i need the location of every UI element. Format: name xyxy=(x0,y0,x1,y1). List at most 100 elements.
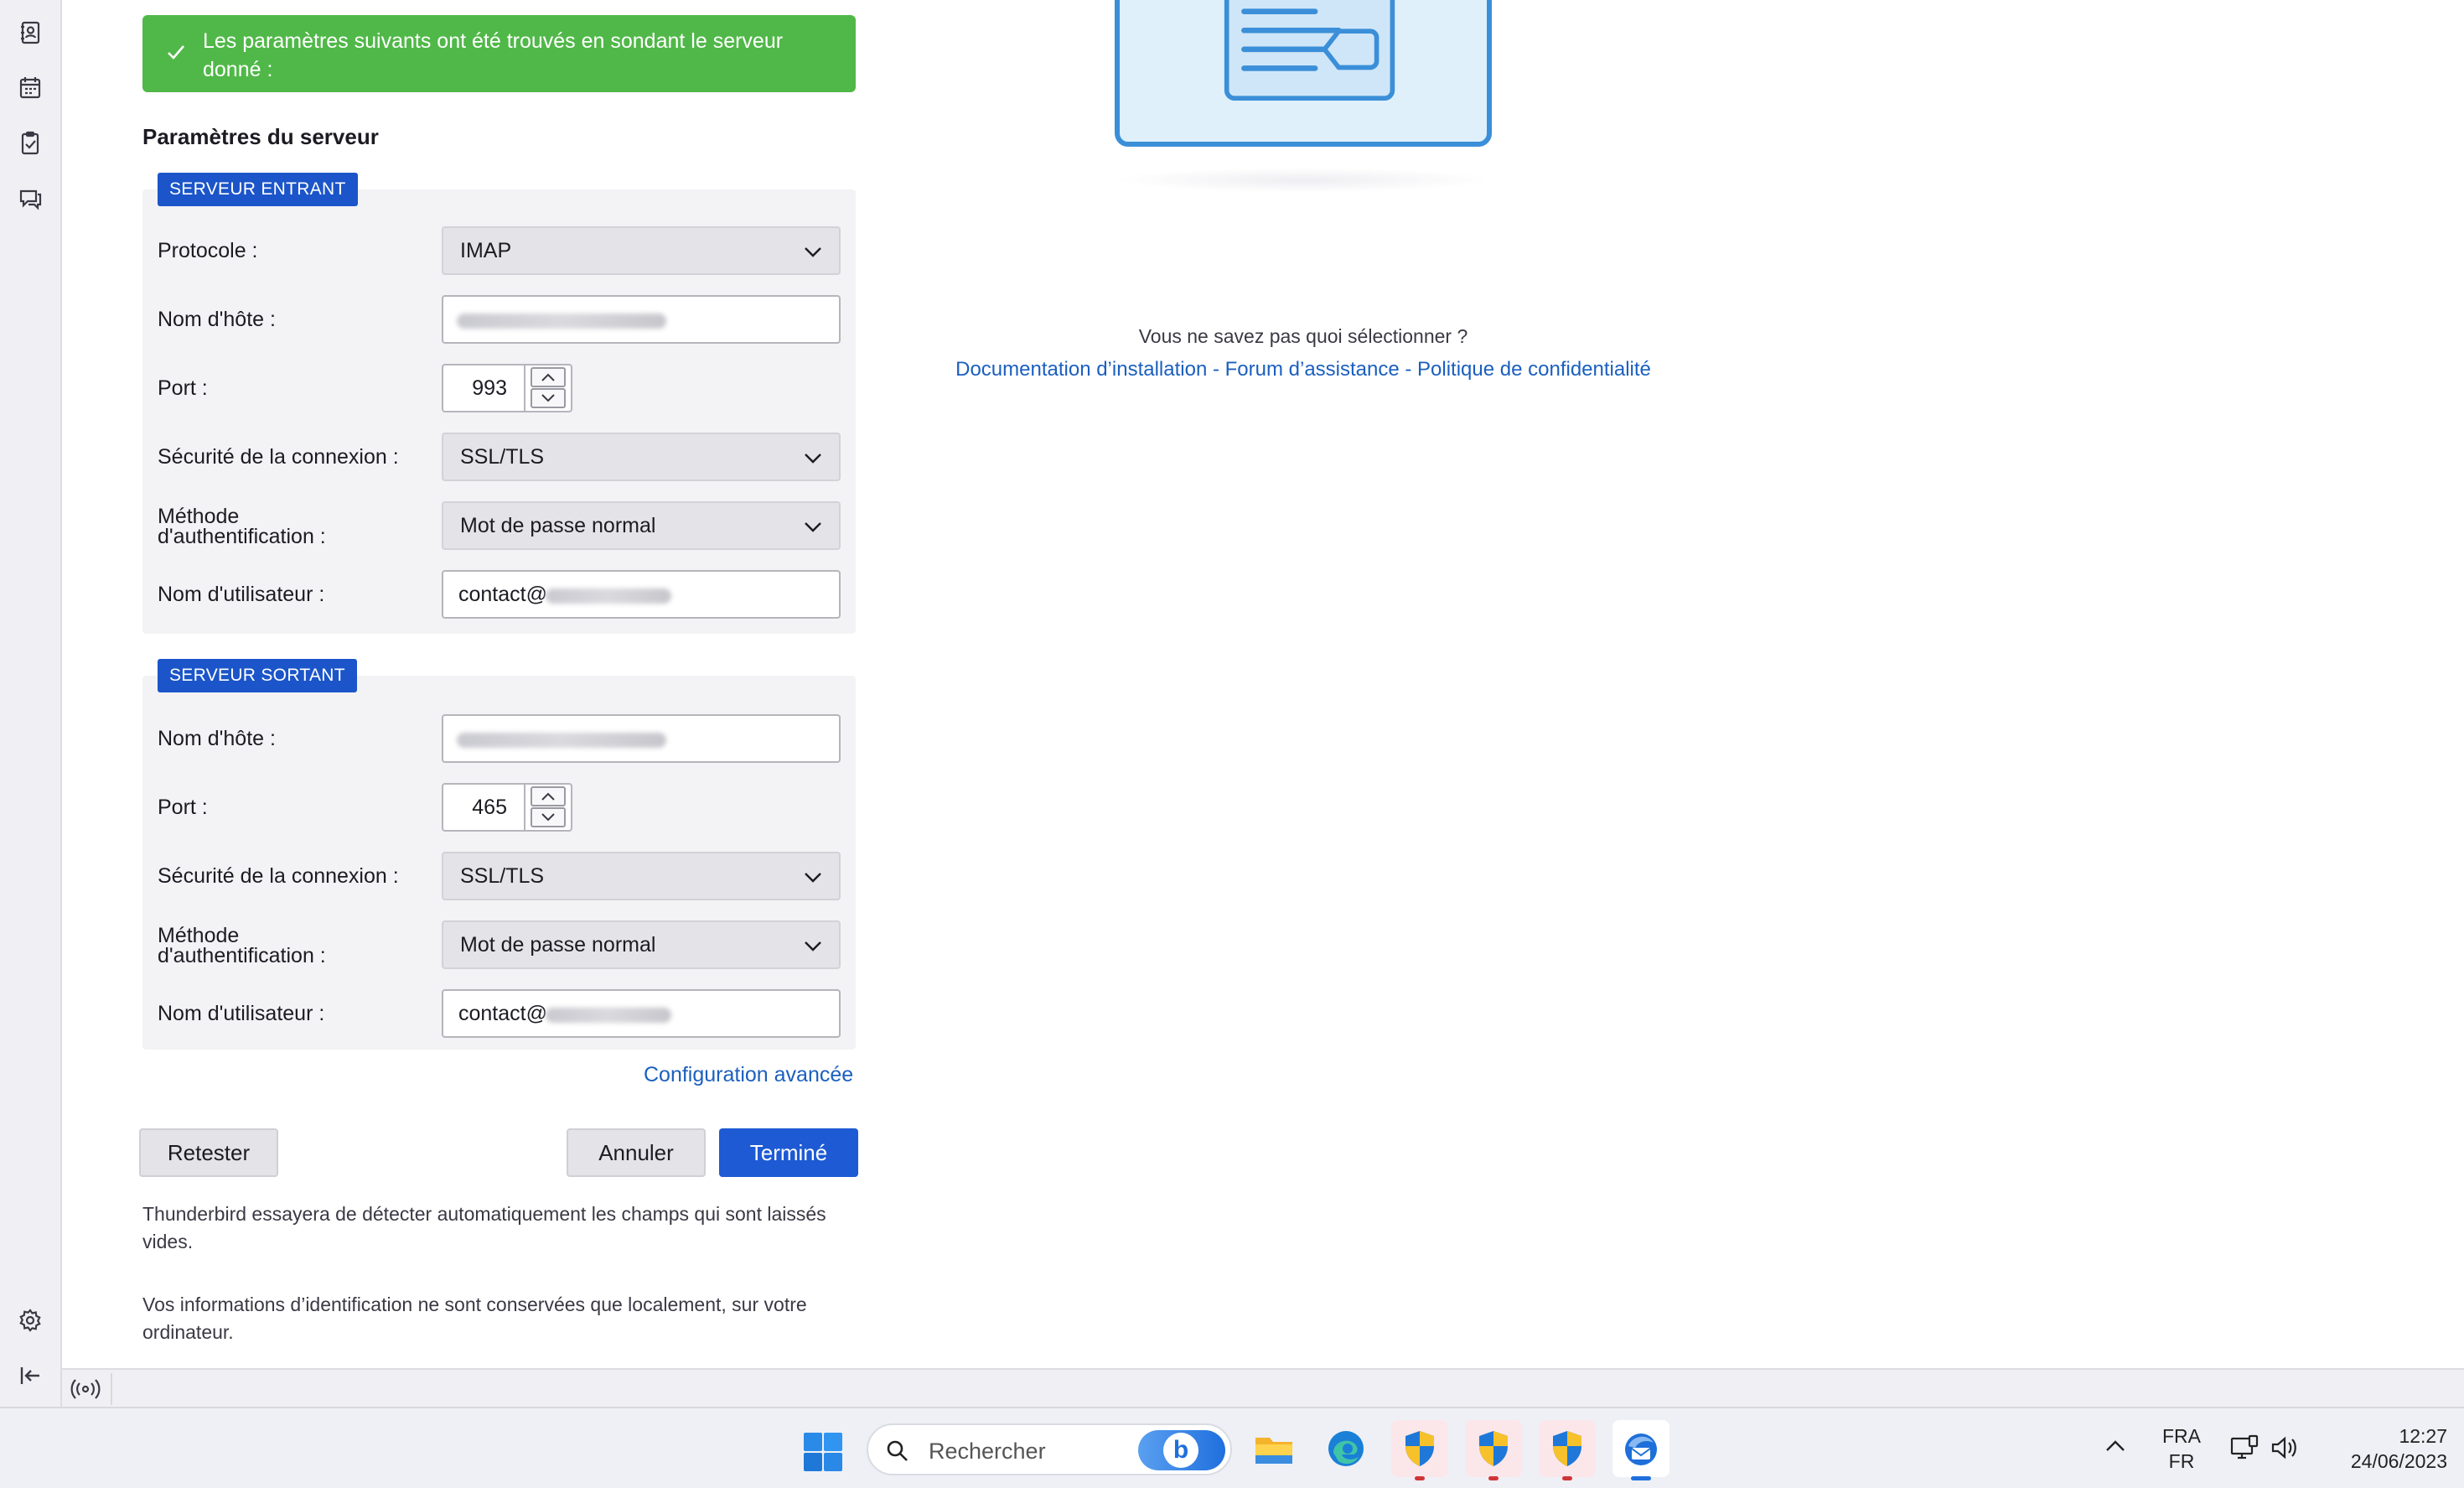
clock-time: 12:27 xyxy=(2399,1425,2447,1447)
port-decrement-button[interactable] xyxy=(531,807,566,827)
auth-label-line1: Méthode xyxy=(158,505,240,528)
outgoing-auth-label: Méthode d'authentification : xyxy=(158,924,326,967)
install-docs-link[interactable]: Documentation d’installation xyxy=(955,358,1207,381)
clock[interactable]: 12:27 24/06/2023 xyxy=(2322,1423,2447,1474)
settings-icon[interactable] xyxy=(13,1303,48,1338)
notification-message: Les paramètres suivants ont été trouvés … xyxy=(203,29,784,81)
chevron-up-icon[interactable] xyxy=(2104,1437,2127,1455)
online-status-icon[interactable] xyxy=(70,1376,101,1402)
autodetect-note: Thunderbird essayera de détecter automat… xyxy=(142,1203,826,1252)
incoming-hostname-input[interactable] xyxy=(442,295,841,344)
redacted-hostname xyxy=(457,314,666,329)
protocol-select[interactable]: IMAP xyxy=(442,226,841,275)
thunderbird-icon[interactable] xyxy=(1612,1420,1669,1480)
shield-icon[interactable] xyxy=(1391,1420,1448,1480)
clock-date: 24/06/2023 xyxy=(2350,1450,2447,1472)
outgoing-server-badge: SERVEUR SORTANT xyxy=(158,659,357,692)
bing-icon[interactable]: b xyxy=(1138,1430,1225,1470)
redacted-domain xyxy=(546,1008,671,1023)
auth-label-line2: d'authentification : xyxy=(158,525,326,548)
shield-icon[interactable] xyxy=(1539,1420,1596,1480)
chevron-down-icon xyxy=(805,873,821,883)
incoming-username-label: Nom d'utilisateur : xyxy=(158,583,325,606)
chevron-down-icon xyxy=(805,454,821,464)
shield-icon[interactable] xyxy=(1465,1420,1522,1480)
alert-indicator xyxy=(1415,1476,1425,1480)
outgoing-port-label: Port : xyxy=(158,796,208,819)
incoming-server-badge: SERVEUR ENTRANT xyxy=(158,173,358,206)
outgoing-auth-value: Mot de passe normal xyxy=(460,933,656,957)
language-indicator[interactable]: FRA FR xyxy=(2162,1423,2201,1474)
incoming-auth-select[interactable]: Mot de passe normal xyxy=(442,501,841,550)
port-spinner xyxy=(524,785,571,830)
search-icon xyxy=(887,1440,908,1461)
support-forum-link[interactable]: Forum d’assistance xyxy=(1225,358,1400,381)
incoming-hostname-label: Nom d'hôte : xyxy=(158,308,276,331)
outgoing-security-select[interactable]: SSL/TLS xyxy=(442,852,841,900)
calendar-icon[interactable] xyxy=(13,70,48,106)
port-increment-button[interactable] xyxy=(531,367,566,387)
done-button[interactable]: Terminé xyxy=(719,1128,858,1177)
privacy-policy-link[interactable]: Politique de confidentialité xyxy=(1417,358,1651,381)
outgoing-username-input[interactable]: contact@ xyxy=(442,989,841,1038)
outgoing-port-value: 465 xyxy=(472,796,507,819)
outgoing-security-label: Sécurité de la connexion : xyxy=(158,864,399,888)
credentials-note: Vos informations d’identification ne son… xyxy=(142,1294,807,1343)
incoming-port-label: Port : xyxy=(158,376,208,400)
incoming-security-select[interactable]: SSL/TLS xyxy=(442,433,841,481)
check-icon xyxy=(168,45,184,60)
section-title: Paramètres du serveur xyxy=(142,124,379,149)
redacted-hostname xyxy=(457,733,666,748)
edge-icon[interactable] xyxy=(1317,1420,1374,1477)
chevron-down-icon xyxy=(805,522,821,532)
incoming-username-value: contact@ xyxy=(458,583,547,606)
outgoing-username-value: contact@ xyxy=(458,1002,547,1025)
windows-start-icon[interactable] xyxy=(803,1432,843,1472)
outgoing-hostname-label: Nom d'hôte : xyxy=(158,727,276,750)
auth-label-line2: d'authentification : xyxy=(158,944,326,967)
alert-indicator xyxy=(1488,1476,1499,1480)
help-question: Vous ne savez pas quoi sélectionner ? xyxy=(1138,325,1468,347)
incoming-security-label: Sécurité de la connexion : xyxy=(158,445,399,469)
outgoing-security-value: SSL/TLS xyxy=(460,864,545,888)
spaces-toolbar xyxy=(0,0,62,1407)
taskbar-search[interactable]: Rechercher b xyxy=(867,1423,1232,1475)
active-indicator xyxy=(1631,1476,1651,1480)
file-explorer-icon[interactable] xyxy=(1245,1420,1302,1477)
volume-icon[interactable] xyxy=(2270,1434,2301,1462)
outgoing-auth-select[interactable]: Mot de passe normal xyxy=(442,920,841,969)
search-placeholder: Rechercher xyxy=(929,1439,1046,1464)
incoming-auth-value: Mot de passe normal xyxy=(460,514,656,537)
incoming-port-input[interactable]: 993 xyxy=(442,364,572,412)
incoming-port-value: 993 xyxy=(472,376,507,400)
status-bar xyxy=(62,1368,2464,1407)
cancel-button[interactable]: Annuler xyxy=(567,1128,706,1177)
help-links: Documentation d’installation - Forum d’a… xyxy=(838,358,1768,381)
collapse-icon[interactable] xyxy=(13,1358,48,1393)
illustration-shadow xyxy=(1115,168,1492,193)
protocol-value: IMAP xyxy=(460,239,512,262)
advanced-config-link[interactable]: Configuration avancée xyxy=(644,1063,853,1087)
keyboard-code: FR xyxy=(2168,1450,2195,1472)
auth-label-line1: Méthode xyxy=(158,924,240,947)
port-spinner xyxy=(524,366,571,411)
taskbar: Rechercher b FRA FR 12:27 24/06/2023 xyxy=(0,1407,2464,1488)
port-increment-button[interactable] xyxy=(531,786,566,806)
incoming-server-section: SERVEUR ENTRANT Protocole : IMAP Nom d'h… xyxy=(142,173,856,634)
chat-icon[interactable] xyxy=(13,181,48,216)
incoming-username-input[interactable]: contact@ xyxy=(442,570,841,619)
outgoing-port-input[interactable]: 465 xyxy=(442,783,572,832)
outgoing-server-section: SERVEUR SORTANT Nom d'hôte : Port : 465 … xyxy=(142,659,856,1050)
redacted-domain xyxy=(546,588,671,604)
tasks-icon[interactable] xyxy=(13,126,48,161)
port-decrement-button[interactable] xyxy=(531,388,566,408)
incoming-security-value: SSL/TLS xyxy=(460,445,545,469)
outgoing-hostname-input[interactable] xyxy=(442,714,841,763)
status-separator xyxy=(111,1373,112,1405)
protocol-label: Protocole : xyxy=(158,239,258,262)
chevron-down-icon xyxy=(805,247,821,257)
address-book-icon[interactable] xyxy=(13,15,48,50)
retest-button[interactable]: Retester xyxy=(139,1128,278,1177)
network-icon[interactable] xyxy=(2229,1434,2260,1462)
document-icon xyxy=(1224,0,1395,101)
